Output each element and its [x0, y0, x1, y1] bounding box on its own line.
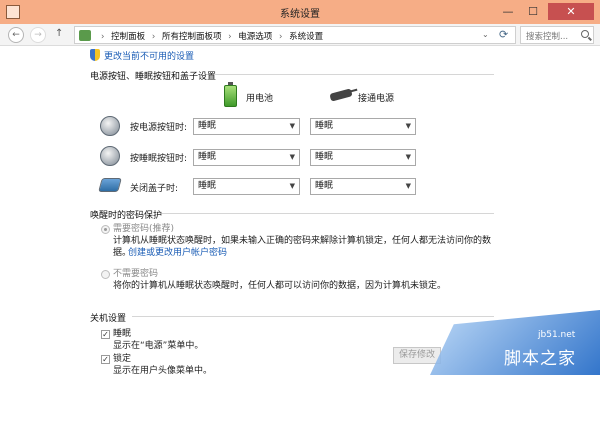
- chevron-right-icon: ›: [151, 32, 156, 42]
- lock-checkbox-description: 显示在用户头像菜单中。: [113, 366, 213, 376]
- back-button[interactable]: ←: [8, 27, 24, 43]
- laptop-lid-icon: [98, 178, 122, 192]
- create-password-link[interactable]: 创建或更改用户帐户密码: [128, 247, 227, 259]
- power-button-battery-select[interactable]: 睡眠 ▼: [193, 118, 300, 135]
- require-password-description: 计算机从睡眠状态唤醒时，如果未输入正确的密码来解除计算机锁定，任何人都无法访问你…: [113, 236, 492, 246]
- section-divider: [162, 213, 494, 214]
- power-button-icon: [100, 116, 120, 136]
- select-value: 睡眠: [198, 181, 217, 191]
- lock-checkbox-label: 锁定: [113, 354, 132, 364]
- address-bar[interactable]: › 控制面板 › 所有控制面板项 › 电源选项 › 系统设置 ⌄ ⟳: [74, 26, 516, 44]
- maximize-button[interactable]: ☐: [522, 3, 544, 20]
- sleep-button-plugged-select[interactable]: 睡眠 ▼: [310, 149, 416, 166]
- control-panel-icon: [79, 30, 91, 41]
- power-section-title: 电源按钮、睡眠按钮和盖子设置: [90, 72, 217, 82]
- chevron-right-icon: ›: [278, 32, 283, 42]
- password-section-title: 唤醒时的密码保护: [90, 211, 163, 221]
- select-value: 睡眠: [315, 121, 334, 131]
- up-button[interactable]: ↑: [55, 28, 63, 39]
- lock-checkbox[interactable]: ✓: [101, 355, 110, 364]
- sleep-button-label: 按睡眠按钮时:: [130, 154, 188, 164]
- chevron-down-icon: ▼: [289, 153, 295, 161]
- chevron-right-icon: ›: [101, 32, 105, 42]
- chevron-down-icon: ▼: [289, 182, 295, 190]
- no-password-description: 将你的计算机从睡眠状态唤醒时，任何人都可以访问你的数据，因为计算机未锁定。: [113, 281, 447, 291]
- power-button-plugged-select[interactable]: 睡眠 ▼: [310, 118, 416, 135]
- breadcrumb-item-power-options[interactable]: 电源选项: [238, 32, 272, 42]
- close-button[interactable]: ✕: [548, 3, 594, 20]
- chevron-down-icon: ▼: [405, 122, 411, 130]
- breadcrumb-item-system-settings[interactable]: 系统设置: [289, 32, 323, 42]
- watermark-url: jb51.net: [538, 330, 576, 340]
- forward-button[interactable]: →: [30, 27, 46, 43]
- power-button-label: 按电源按钮时:: [130, 123, 188, 133]
- title-bar: 系统设置 — ☐ ✕: [0, 0, 600, 24]
- chevron-down-icon[interactable]: ⌄: [482, 30, 489, 39]
- section-divider: [132, 316, 494, 317]
- section-divider: [214, 74, 494, 75]
- sleep-checkbox-label: 睡眠: [113, 329, 132, 339]
- select-value: 睡眠: [198, 152, 217, 162]
- chevron-down-icon: ▼: [405, 153, 411, 161]
- breadcrumb-item-all-items[interactable]: 所有控制面板项: [162, 32, 222, 42]
- no-password-radio[interactable]: [101, 270, 110, 279]
- no-password-label: 不需要密码: [113, 269, 159, 279]
- battery-icon: [224, 82, 237, 107]
- close-lid-label: 关闭盖子时:: [130, 184, 179, 194]
- minimize-button[interactable]: —: [497, 3, 519, 20]
- chevron-right-icon: ›: [228, 32, 232, 42]
- sleep-checkbox[interactable]: ✓: [101, 330, 110, 339]
- search-input[interactable]: 搜索控制...: [526, 30, 568, 42]
- select-value: 睡眠: [315, 152, 334, 162]
- search-icon[interactable]: [581, 30, 589, 38]
- refresh-icon[interactable]: ⟳: [499, 28, 508, 41]
- sleep-button-battery-select[interactable]: 睡眠 ▼: [193, 149, 300, 166]
- save-changes-button[interactable]: 保存修改: [393, 347, 441, 364]
- chevron-down-icon: ▼: [405, 182, 411, 190]
- breadcrumb-item-control-panel[interactable]: 控制面板: [111, 32, 145, 42]
- close-lid-battery-select[interactable]: 睡眠 ▼: [193, 178, 300, 195]
- require-password-radio[interactable]: [101, 225, 110, 234]
- plugged-column-label: 接通电源: [358, 94, 395, 104]
- close-lid-plugged-select[interactable]: 睡眠 ▼: [310, 178, 416, 195]
- select-value: 睡眠: [198, 121, 217, 131]
- sleep-button-icon: [100, 146, 120, 166]
- sleep-checkbox-description: 显示在“电源”菜单中。: [113, 341, 204, 351]
- select-value: 睡眠: [315, 181, 334, 191]
- battery-column-label: 用电池: [246, 94, 274, 104]
- shield-icon: [90, 49, 100, 61]
- power-plug-icon: [329, 88, 353, 102]
- watermark-text: 脚本之家: [504, 349, 576, 369]
- chevron-down-icon: ▼: [289, 122, 295, 130]
- navigation-bar: ← → ↑ › 控制面板 › 所有控制面板项 › 电源选项 › 系统设置 ⌄ ⟳…: [0, 24, 600, 46]
- shutdown-section-title: 关机设置: [90, 314, 127, 324]
- require-password-label: 需要密码(推荐): [113, 224, 175, 234]
- search-box[interactable]: 搜索控制...: [520, 26, 594, 44]
- breadcrumb: › 控制面板 › 所有控制面板项 › 电源选项 › 系统设置: [97, 30, 323, 42]
- change-settings-link[interactable]: 更改当前不可用的设置: [104, 49, 194, 62]
